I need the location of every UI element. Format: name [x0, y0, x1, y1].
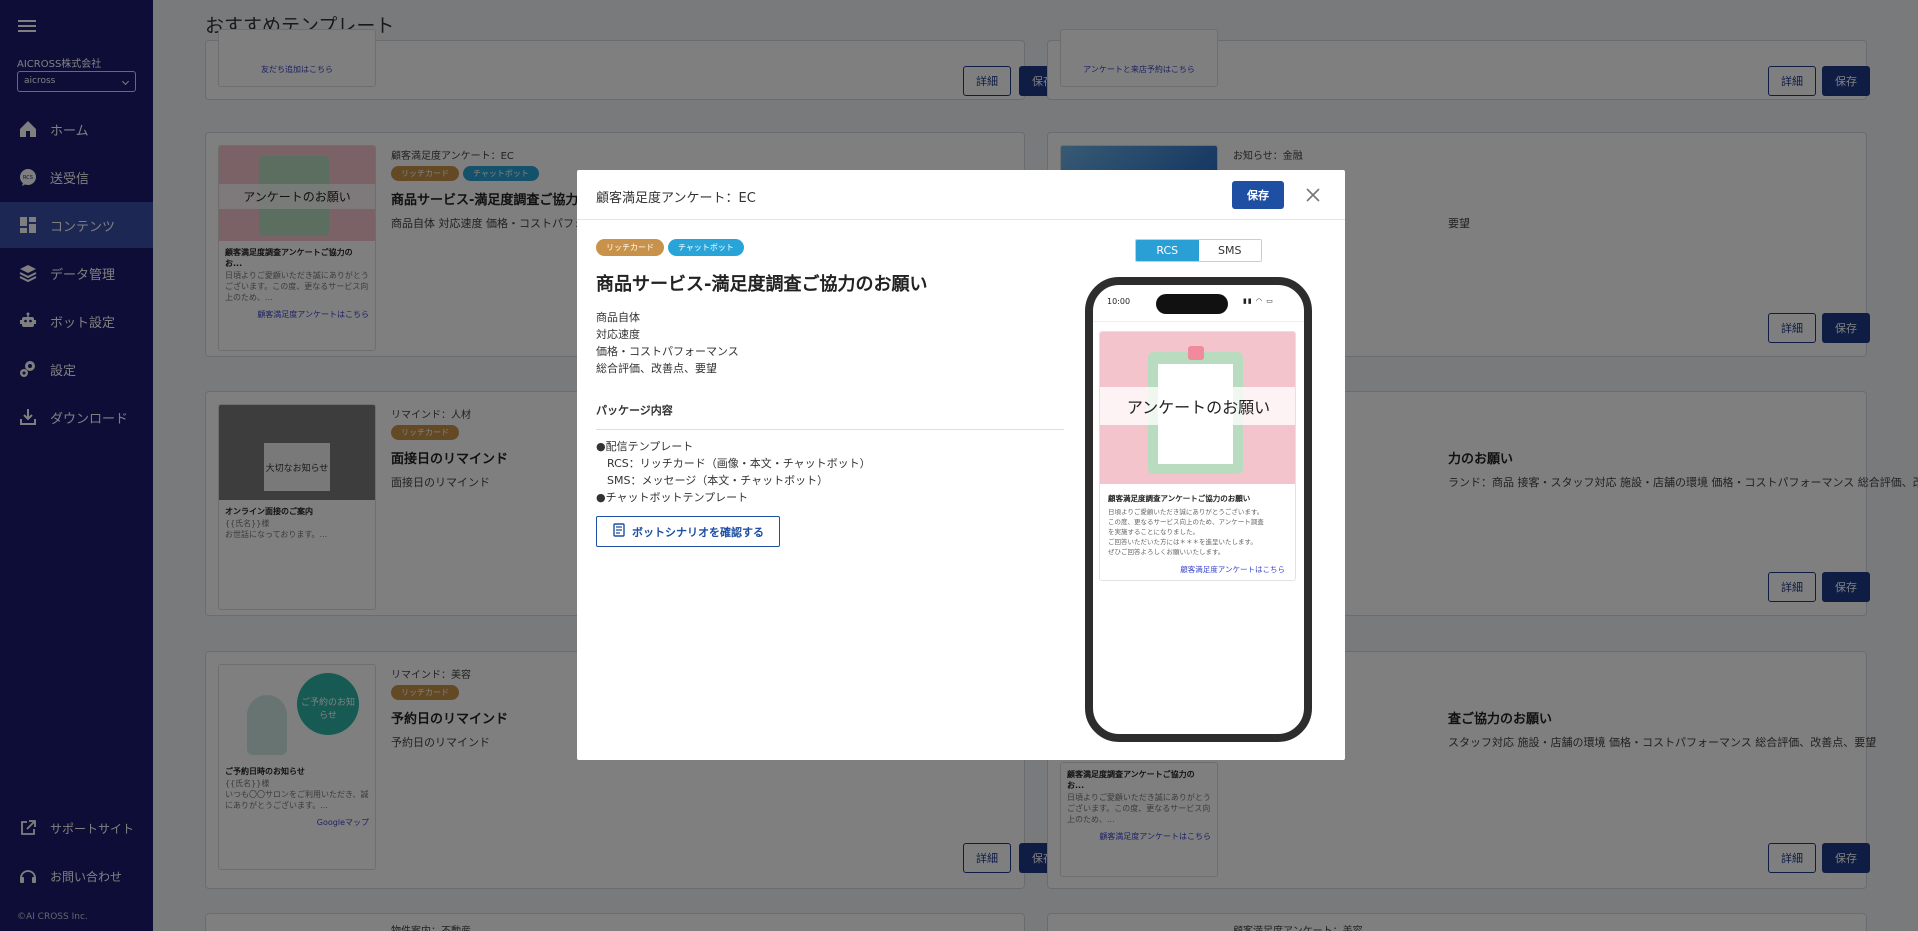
rich-card-body: 日頃よりご愛顧いただき誠にありがとうございます。 この度、更なるサービス向上のた… — [1100, 507, 1295, 557]
modal-tags: リッチカード チャットボット — [596, 239, 744, 256]
modal-header: 顧客満足度アンケート：EC 保存 — [577, 170, 1345, 220]
package-item: RCS：リッチカード（画像・本文・チャットボット） — [607, 457, 871, 470]
modal-heading: 顧客満足度アンケート：EC — [596, 191, 756, 206]
close-icon[interactable] — [1303, 185, 1323, 205]
tab-rcs[interactable]: RCS — [1136, 240, 1199, 261]
template-detail-modal: 顧客満足度アンケート：EC 保存 リッチカード チャットボット 商品サービス-満… — [577, 170, 1345, 760]
rich-card-title: 顧客満足度調査アンケートご協力のお願い — [1108, 494, 1251, 503]
phone-status-bar: 10:00 ▮▮ ◠ ▭ — [1093, 285, 1304, 321]
modal-title: 商品サービス-満足度調査ご協力のお願い — [596, 274, 928, 295]
rich-card-image-caption: アンケートのお願い — [1100, 387, 1295, 425]
survey-item: 総合評価、改善点、要望 — [596, 362, 717, 375]
rich-card-body-line: 日頃よりご愛顧いただき誠にありがとうございます。 — [1108, 508, 1264, 516]
rich-card-image: アンケートのお願い — [1100, 332, 1295, 484]
tab-sms[interactable]: SMS — [1198, 240, 1261, 261]
channel-toggle: RCS SMS — [1135, 239, 1262, 262]
package-contents: ●配信テンプレート RCS：リッチカード（画像・本文・チャットボット） SMS：… — [596, 438, 871, 506]
rich-card-preview: アンケートのお願い 顧客満足度調査アンケートご協力のお願い 日頃よりご愛顧いただ… — [1099, 331, 1296, 581]
phone-time: 10:00 — [1107, 297, 1131, 306]
phone-preview: 10:00 ▮▮ ◠ ▭ アンケートのお願い 顧客満足度調査アンケートご協力のお… — [1085, 277, 1312, 742]
rich-card-link[interactable]: 顧客満足度アンケートはこちら — [1100, 557, 1295, 580]
modal-save-button[interactable]: 保存 — [1232, 181, 1284, 209]
package-item: ●チャットボットテンプレート — [596, 491, 749, 504]
dynamic-island — [1156, 294, 1228, 314]
rich-card-body-line: ご回答いただいた方には＊＊＊を進呈いたします。 — [1108, 538, 1257, 547]
rich-card-body-line: ぜひご回答よろしくお願いいたします。 — [1108, 548, 1225, 557]
tag-chatbot: チャットボット — [668, 239, 744, 256]
document-icon — [612, 523, 626, 540]
package-item: SMS：メッセージ（本文・チャットボット） — [607, 474, 829, 487]
package-heading: パッケージ内容 — [596, 404, 673, 417]
bot-scenario-label: ボットシナリオを確認する — [632, 525, 764, 539]
survey-items: 商品自体 対応速度 価格・コストパフォーマンス 総合評価、改善点、要望 — [596, 309, 739, 377]
rich-card-body-line: この度、更なるサービス向上のため、アンケート調査 — [1108, 518, 1264, 527]
survey-item: 対応速度 — [596, 328, 640, 341]
divider — [596, 429, 1064, 430]
package-item: ●配信テンプレート — [596, 440, 694, 453]
signal-wifi-battery-icon: ▮▮ ◠ ▭ — [1243, 297, 1274, 305]
tag-rich-card: リッチカード — [596, 239, 664, 256]
rich-card-body-line: を実施することになりました。 — [1108, 528, 1199, 537]
survey-item: 商品自体 — [596, 311, 640, 324]
survey-item: 価格・コストパフォーマンス — [596, 345, 739, 358]
bot-scenario-button[interactable]: ボットシナリオを確認する — [596, 516, 780, 547]
